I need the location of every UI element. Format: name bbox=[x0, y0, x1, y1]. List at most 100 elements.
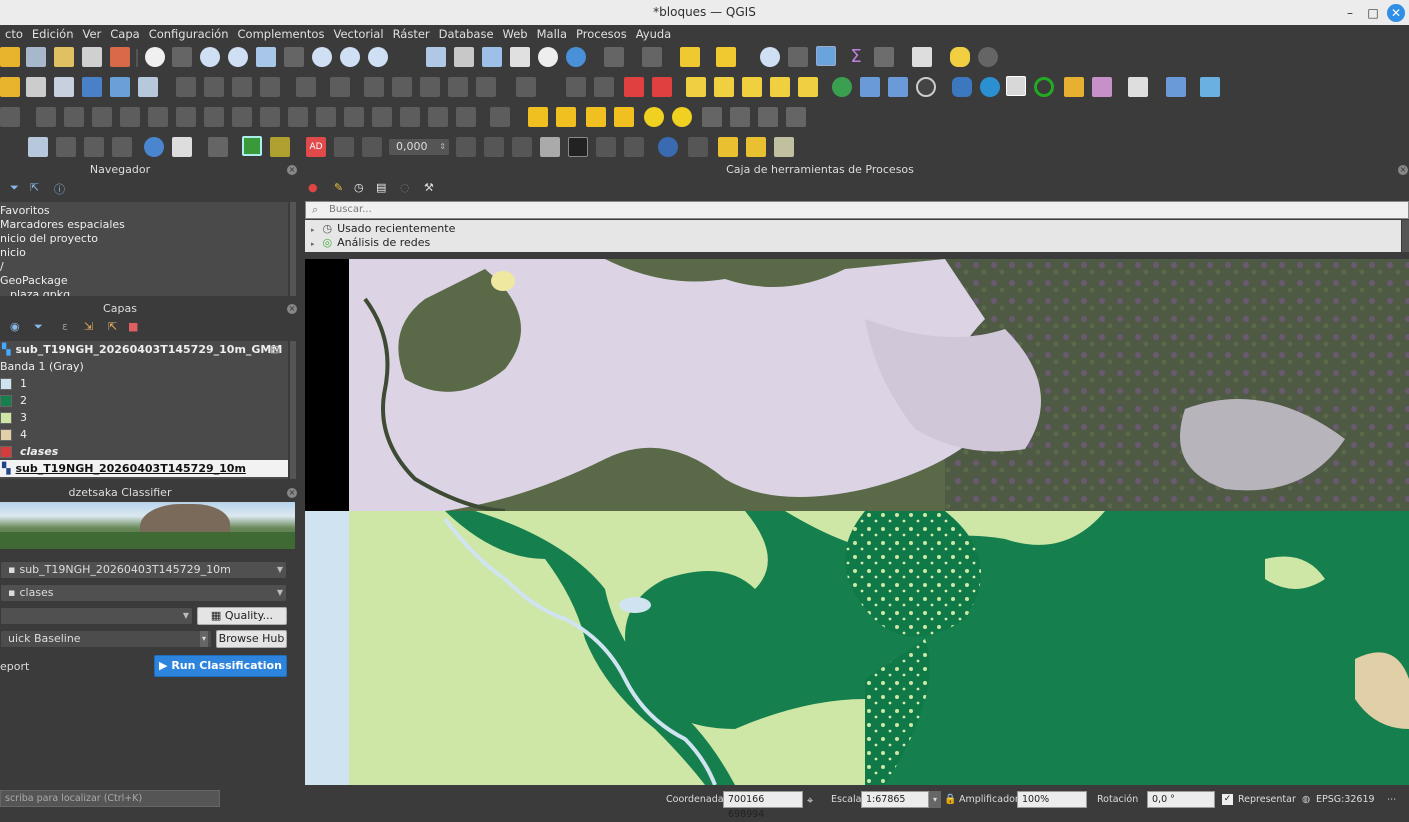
zoom-native-icon[interactable] bbox=[340, 47, 360, 67]
advanced-edit-icon[interactable] bbox=[316, 107, 336, 127]
rotation-field[interactable]: 0,0 ° bbox=[1147, 791, 1215, 808]
lock-icon[interactable]: 🔒 bbox=[944, 794, 956, 805]
zoom-in-icon[interactable] bbox=[200, 47, 220, 67]
layout-icon[interactable] bbox=[512, 137, 532, 157]
edit-tool-icon[interactable] bbox=[364, 77, 384, 97]
layout-icon[interactable] bbox=[84, 137, 104, 157]
render-checkbox[interactable]: ✓ bbox=[1222, 794, 1233, 805]
advanced-edit-icon[interactable] bbox=[260, 107, 280, 127]
menu-web[interactable]: Web bbox=[498, 25, 532, 43]
edit-tool-icon[interactable] bbox=[260, 77, 280, 97]
nav-item-home[interactable]: nicio bbox=[0, 246, 288, 260]
nav-item-geopackage[interactable]: GeoPackage bbox=[0, 274, 288, 288]
maximize-button[interactable]: □ bbox=[1364, 4, 1382, 22]
deselect-icon[interactable] bbox=[680, 47, 700, 67]
options-icon[interactable]: ⚒ bbox=[424, 181, 434, 194]
layout-icon[interactable] bbox=[596, 137, 616, 157]
processing-scrollbar[interactable] bbox=[1402, 220, 1409, 252]
layer-raster-selected[interactable]: ▚ sub_T19NGH_20260403T145729_10m bbox=[0, 460, 288, 477]
layers-scrollbar[interactable] bbox=[290, 341, 296, 479]
statistics-sigma-icon[interactable]: Σ bbox=[846, 47, 866, 67]
label-icon[interactable] bbox=[742, 77, 762, 97]
layout-icon[interactable] bbox=[208, 137, 228, 157]
menu-help[interactable]: Ayuda bbox=[631, 25, 676, 43]
temporal-controller-icon[interactable] bbox=[538, 47, 558, 67]
edit-tool-icon[interactable] bbox=[176, 77, 196, 97]
field-select[interactable]: ▼ bbox=[0, 607, 193, 625]
edit-features-icon[interactable]: ◌ bbox=[400, 181, 410, 194]
vector-select[interactable]: ▪ clases ▼ bbox=[0, 584, 287, 602]
edit-tool-icon[interactable] bbox=[476, 77, 496, 97]
navigator-scrollbar[interactable] bbox=[290, 202, 296, 296]
label-icon[interactable] bbox=[714, 77, 734, 97]
coordinate-toggle-icon[interactable]: ⌖ bbox=[807, 794, 813, 808]
processing-toolbox-icon[interactable] bbox=[816, 46, 836, 66]
nav-item-favorites[interactable]: Favoritos bbox=[0, 204, 288, 218]
raster-tool-icon[interactable] bbox=[614, 107, 634, 127]
menu-database[interactable]: Database bbox=[434, 25, 498, 43]
cube-icon[interactable] bbox=[718, 137, 738, 157]
menu-layer[interactable]: Capa bbox=[105, 25, 143, 43]
pan-hand-icon[interactable] bbox=[145, 47, 165, 67]
scale-dropdown-icon[interactable]: ▾ bbox=[929, 791, 941, 808]
plugin-icon[interactable] bbox=[888, 77, 908, 97]
raster-select[interactable]: ▪ sub_T19NGH_20260403T145729_10m ▼ bbox=[0, 561, 287, 579]
raster-tool-icon[interactable] bbox=[786, 107, 806, 127]
plugin-icon[interactable] bbox=[1092, 77, 1112, 97]
advanced-edit-icon[interactable] bbox=[92, 107, 112, 127]
edit-tool-icon[interactable] bbox=[330, 77, 350, 97]
menu-settings[interactable]: Configuración bbox=[144, 25, 233, 43]
pan-to-selection-icon[interactable] bbox=[172, 47, 192, 67]
select-feature-icon[interactable] bbox=[604, 47, 624, 67]
quality-button[interactable]: ▦ Quality... bbox=[197, 607, 287, 625]
help-icon[interactable] bbox=[1166, 77, 1186, 97]
zoom-out-icon[interactable] bbox=[228, 47, 248, 67]
edit-tool-icon[interactable] bbox=[594, 77, 614, 97]
map-tips-icon[interactable] bbox=[950, 47, 970, 67]
text-annotation-icon[interactable] bbox=[978, 47, 998, 67]
advanced-edit-icon[interactable] bbox=[120, 107, 140, 127]
raster-tool-icon[interactable] bbox=[672, 107, 692, 127]
add-csv-icon[interactable] bbox=[138, 77, 158, 97]
measure-icon[interactable] bbox=[912, 47, 932, 67]
edit-tool-icon[interactable] bbox=[448, 77, 468, 97]
filter-icon[interactable]: ⏷ bbox=[10, 181, 19, 195]
menu-plugins[interactable]: Complementos bbox=[233, 25, 329, 43]
baseline-select[interactable]: uick Baseline ▾ bbox=[0, 630, 212, 648]
raster-tool-icon[interactable] bbox=[644, 107, 664, 127]
nav-item-gpkg[interactable]: plaza.gpkg bbox=[0, 288, 288, 296]
label-icon[interactable] bbox=[624, 77, 644, 97]
add-wms-icon[interactable] bbox=[110, 77, 130, 97]
info-icon[interactable]: ⓘ bbox=[54, 181, 65, 197]
layout-icon[interactable] bbox=[688, 137, 708, 157]
wrench-icon[interactable] bbox=[172, 137, 192, 157]
advanced-edit-icon[interactable] bbox=[232, 107, 252, 127]
tools-icon[interactable] bbox=[774, 137, 794, 157]
coordinate-field[interactable]: 700166 698994 bbox=[723, 791, 803, 820]
remove-layer-icon[interactable]: ■ bbox=[128, 320, 138, 333]
minimize-button[interactable]: – bbox=[1341, 4, 1359, 22]
raster-tool-icon[interactable] bbox=[528, 107, 548, 127]
dzetsaka-close-icon[interactable]: × bbox=[287, 488, 297, 498]
zoom-selection-icon[interactable] bbox=[284, 47, 304, 67]
label-icon[interactable] bbox=[798, 77, 818, 97]
advanced-edit-icon[interactable] bbox=[36, 107, 56, 127]
label-icon[interactable] bbox=[770, 77, 790, 97]
save-project-icon[interactable] bbox=[26, 47, 46, 67]
select-all-icon[interactable] bbox=[716, 47, 736, 67]
plugin-icon[interactable] bbox=[860, 77, 880, 97]
digitize-icon[interactable] bbox=[54, 77, 74, 97]
crs-label[interactable]: EPSG:32619 bbox=[1316, 794, 1375, 805]
add-raster-icon[interactable] bbox=[82, 77, 102, 97]
locator-search[interactable]: scriba para localizar (Ctrl+K) bbox=[0, 790, 220, 807]
magnifier-field[interactable]: 100% bbox=[1017, 791, 1087, 808]
scale-field[interactable]: 1:67865 bbox=[861, 791, 929, 808]
zoom-layer-icon[interactable] bbox=[312, 47, 332, 67]
text-minus-icon[interactable] bbox=[540, 137, 560, 157]
globe-icon[interactable]: ◍ bbox=[1302, 794, 1310, 805]
select-value-icon[interactable] bbox=[642, 47, 662, 67]
field-calculator-icon[interactable] bbox=[874, 47, 894, 67]
magnifier-icon[interactable] bbox=[1034, 77, 1054, 97]
menu-processing[interactable]: Procesos bbox=[571, 25, 631, 43]
add-vector-icon[interactable] bbox=[26, 77, 46, 97]
